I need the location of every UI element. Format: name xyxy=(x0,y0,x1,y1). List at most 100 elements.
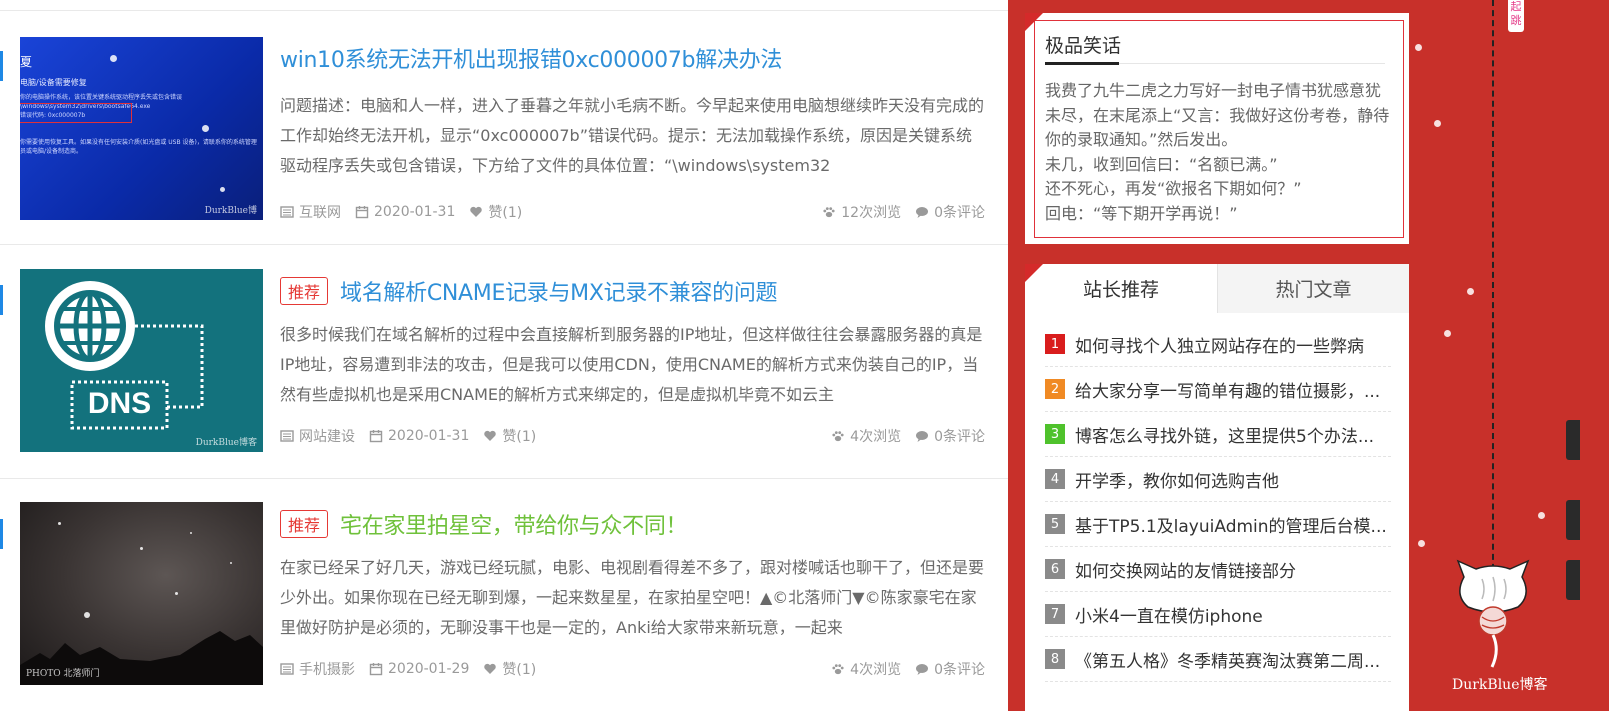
side-tool-button[interactable] xyxy=(1566,560,1580,600)
list-item[interactable]: 6 如何交换网站的友情链接部分 xyxy=(1045,547,1391,592)
list-item[interactable]: 1 如何寻找个人独立网站存在的一些弊病 xyxy=(1045,322,1391,367)
list-item[interactable]: 3 博客怎么寻找外链，这里提供5个办法... xyxy=(1045,412,1391,457)
paw-icon xyxy=(832,664,844,675)
thumb-watermark: DurkBlue博客 xyxy=(195,438,257,448)
meta-comments[interactable]: 0条评论 xyxy=(915,659,985,679)
article-title-row: win10系统无法开机出现报错0xc000007b解决办法 xyxy=(280,41,782,75)
meta-comments[interactable]: 0条评论 xyxy=(915,202,985,222)
list-item-link[interactable]: 开学季，教你如何选购吉他 xyxy=(1075,467,1279,492)
star-icon xyxy=(190,532,192,534)
joke-line: 我费了九牛二虎之力写好一封电子情书犹感意犹未尽，在末尾添上“又言：我做好这份考卷… xyxy=(1045,81,1390,149)
brand-watermark: DurkBlue博客 xyxy=(1452,677,1548,693)
article-thumbnail[interactable]: PHOTO 北落师门 xyxy=(20,502,263,685)
category-label: 手机摄影 xyxy=(299,662,355,678)
thumb-text: 你需要使用恢复工具。如果没有任何安装介质(如光盘或 USB 设备)，请联系你的系… xyxy=(20,139,257,155)
meta-likes[interactable]: 赞(1) xyxy=(469,202,522,222)
article-title-link[interactable]: win10系统无法开机出现报错0xc000007b解决办法 xyxy=(280,42,782,74)
list-item-link[interactable]: 如何交换网站的友情链接部分 xyxy=(1075,557,1296,582)
views-label: 4次浏览 xyxy=(850,662,902,678)
paw-icon xyxy=(823,207,835,218)
article-card: 夏 电脑/设备需要修复 你的电脑操作系统，该位置关键系统驱动程序丢失或包含错误 … xyxy=(0,11,1008,245)
meta-views: 4次浏览 xyxy=(831,426,901,446)
dns-label: DNS xyxy=(87,387,152,420)
article-title-link[interactable]: 宅在家里拍星空，带给你与众不同！ xyxy=(340,508,688,540)
meta-category[interactable]: 手机摄影 xyxy=(280,659,355,679)
date-label: 2020-01-31 xyxy=(374,204,456,220)
list-item[interactable]: 7 小米4一直在模仿iphone xyxy=(1045,592,1391,637)
calendar-icon xyxy=(355,206,369,219)
thumb-text: 电脑/设备需要修复 xyxy=(20,78,87,87)
thumb-watermark: DurkBlue博 xyxy=(204,206,257,216)
rank-badge: 7 xyxy=(1045,604,1065,624)
thumb-watermark: PHOTO 北落师门 xyxy=(26,669,100,679)
meta-likes[interactable]: 赞(1) xyxy=(483,659,536,679)
list-item[interactable]: 4 开学季，教你如何选购吉他 xyxy=(1045,457,1391,502)
date-label: 2020-01-29 xyxy=(388,661,470,677)
meta-category[interactable]: 互联网 xyxy=(280,202,341,222)
list-item[interactable]: 5 基于TP5.1及layuiAdmin的管理后台模... xyxy=(1045,502,1391,547)
snowflake-icon xyxy=(202,125,209,132)
heart-icon xyxy=(470,206,483,217)
joke-line: 回电：“等下期开学再说！” xyxy=(1045,203,1238,223)
corner-ribbon xyxy=(1025,13,1043,31)
heart-icon xyxy=(484,663,497,674)
article-title-link[interactable]: 域名解析CNAME记录与MX记录不兼容的问题 xyxy=(340,275,778,307)
rank-badge: 1 xyxy=(1045,334,1065,354)
list-item[interactable]: 8 《第五人格》冬季精英赛淘汰赛第二周... xyxy=(1045,637,1391,682)
rank-badge: 3 xyxy=(1045,424,1065,444)
article-meta: 互联网 2020-01-31 赞(1) 12次浏览 0条评论 xyxy=(280,201,985,223)
list-item-link[interactable]: 基于TP5.1及layuiAdmin的管理后台模... xyxy=(1075,512,1387,537)
comments-label: 0条评论 xyxy=(934,429,985,445)
article-list: 夏 电脑/设备需要修复 你的电脑操作系统，该位置关键系统驱动程序丢失或包含错误 … xyxy=(0,0,1008,711)
likes-label: 赞(1) xyxy=(502,429,537,445)
snowflake-icon xyxy=(1434,120,1441,127)
snowflake-icon xyxy=(1060,285,1066,291)
meta-category[interactable]: 网站建设 xyxy=(280,426,355,446)
snowflake-icon xyxy=(1415,44,1422,51)
rank-badge: 4 xyxy=(1045,469,1065,489)
hanging-rope xyxy=(1492,0,1494,580)
list-item[interactable]: 2 给大家分享一写简单有趣的错位摄影，... xyxy=(1045,367,1391,412)
calendar-icon xyxy=(369,430,383,443)
list-item-link[interactable]: 博客怎么寻找外链，这里提供5个办法... xyxy=(1075,422,1374,447)
list-icon xyxy=(280,206,294,218)
snowflake-icon xyxy=(1538,512,1545,519)
list-item-link[interactable]: 《第五人格》冬季精英赛淘汰赛第二周... xyxy=(1075,647,1380,672)
heart-icon xyxy=(484,430,497,441)
cat-mascot-icon[interactable] xyxy=(1452,555,1534,673)
meta-likes[interactable]: 赞(1) xyxy=(483,426,536,446)
comment-icon xyxy=(916,664,929,675)
article-summary: 在家已经呆了好几天，游戏已经玩腻，电影、电视剧看得差不多了，跟对楼喊话也聊干了，… xyxy=(280,558,985,637)
side-tool-button[interactable] xyxy=(1566,500,1580,540)
tab-hot-articles[interactable]: 热门文章 xyxy=(1217,264,1409,313)
article-title-row: 推荐 域名解析CNAME记录与MX记录不兼容的问题 xyxy=(280,274,778,308)
paw-icon xyxy=(832,431,844,442)
meta-views: 4次浏览 xyxy=(831,659,901,679)
article-card: DNS DurkBlue博客 推荐 域名解析CNAME记录与MX记录不兼容的问题… xyxy=(0,245,1008,479)
joke-line: 未几，收到回信曰：“名额已满。” xyxy=(1045,154,1278,174)
category-label: 网站建设 xyxy=(299,429,355,445)
meta-comments[interactable]: 0条评论 xyxy=(915,426,985,446)
list-item-link[interactable]: 给大家分享一写简单有趣的错位摄影，... xyxy=(1075,377,1380,402)
likes-label: 赞(1) xyxy=(488,205,523,221)
list-item-link[interactable]: 小米4一直在模仿iphone xyxy=(1075,602,1263,627)
comments-label: 0条评论 xyxy=(934,662,985,678)
article-marker xyxy=(0,519,3,549)
tab-site-recommend[interactable]: 站长推荐 xyxy=(1025,264,1217,313)
rank-badge: 6 xyxy=(1045,559,1065,579)
joke-text: 我费了九牛二虎之力写好一封电子情书犹感意犹未尽，在末尾添上“又言：我做好这份考卷… xyxy=(1045,79,1390,226)
jump-badge[interactable]: 起跳 xyxy=(1508,0,1524,32)
meta-date: 2020-01-31 xyxy=(355,204,455,220)
article-thumbnail[interactable]: DNS DurkBlue博客 xyxy=(20,269,263,452)
article-meta: 网站建设 2020-01-31 赞(1) 4次浏览 0条评论 xyxy=(280,425,985,447)
article-marker xyxy=(0,51,3,81)
list-icon xyxy=(280,663,294,675)
list-item-link[interactable]: 如何寻找个人独立网站存在的一些弊病 xyxy=(1075,332,1364,357)
calendar-icon xyxy=(369,663,383,676)
article-thumbnail[interactable]: 夏 电脑/设备需要修复 你的电脑操作系统，该位置关键系统驱动程序丢失或包含错误 … xyxy=(20,37,263,220)
date-label: 2020-01-31 xyxy=(388,428,470,444)
side-tool-button[interactable] xyxy=(1566,420,1580,460)
article-marker xyxy=(0,285,3,315)
rank-badge: 5 xyxy=(1045,514,1065,534)
snowflake-icon xyxy=(1467,288,1474,295)
